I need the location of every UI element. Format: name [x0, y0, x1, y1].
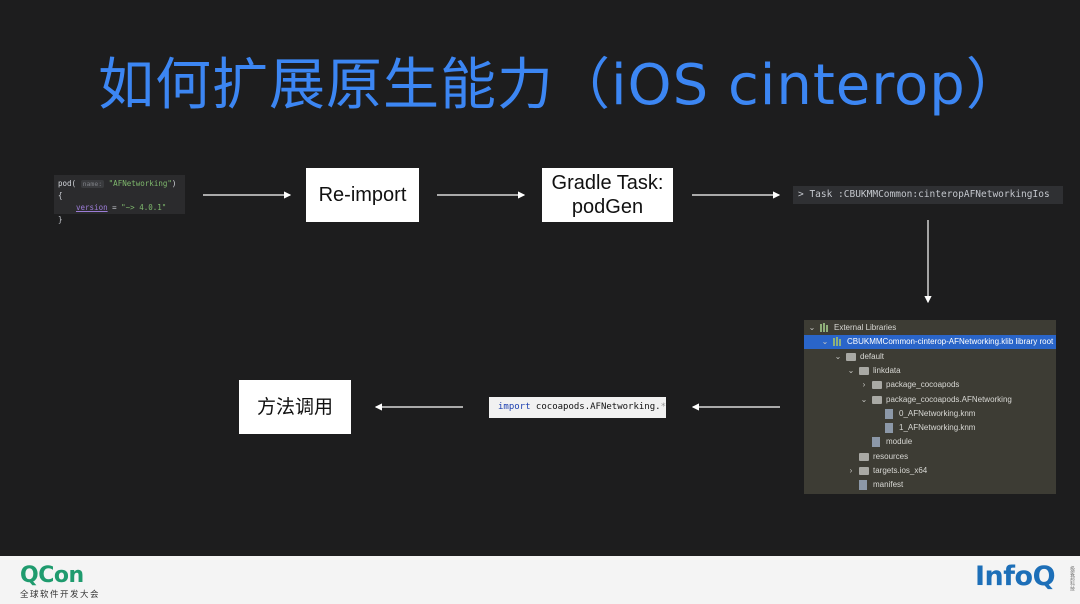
- infoq-subtitle: 极客邦科技: [1069, 566, 1075, 591]
- qcon-subtitle: 全球软件开发大会: [20, 590, 101, 600]
- flow-arrows: [203, 191, 932, 411]
- qcon-logo: QCon: [20, 563, 84, 588]
- infoq-logo: InfoQ: [975, 561, 1056, 592]
- slide: 如何扩展原生能力（iOS cinterop） pod( name: "AFNet…: [0, 0, 1080, 556]
- footer: [0, 556, 1080, 604]
